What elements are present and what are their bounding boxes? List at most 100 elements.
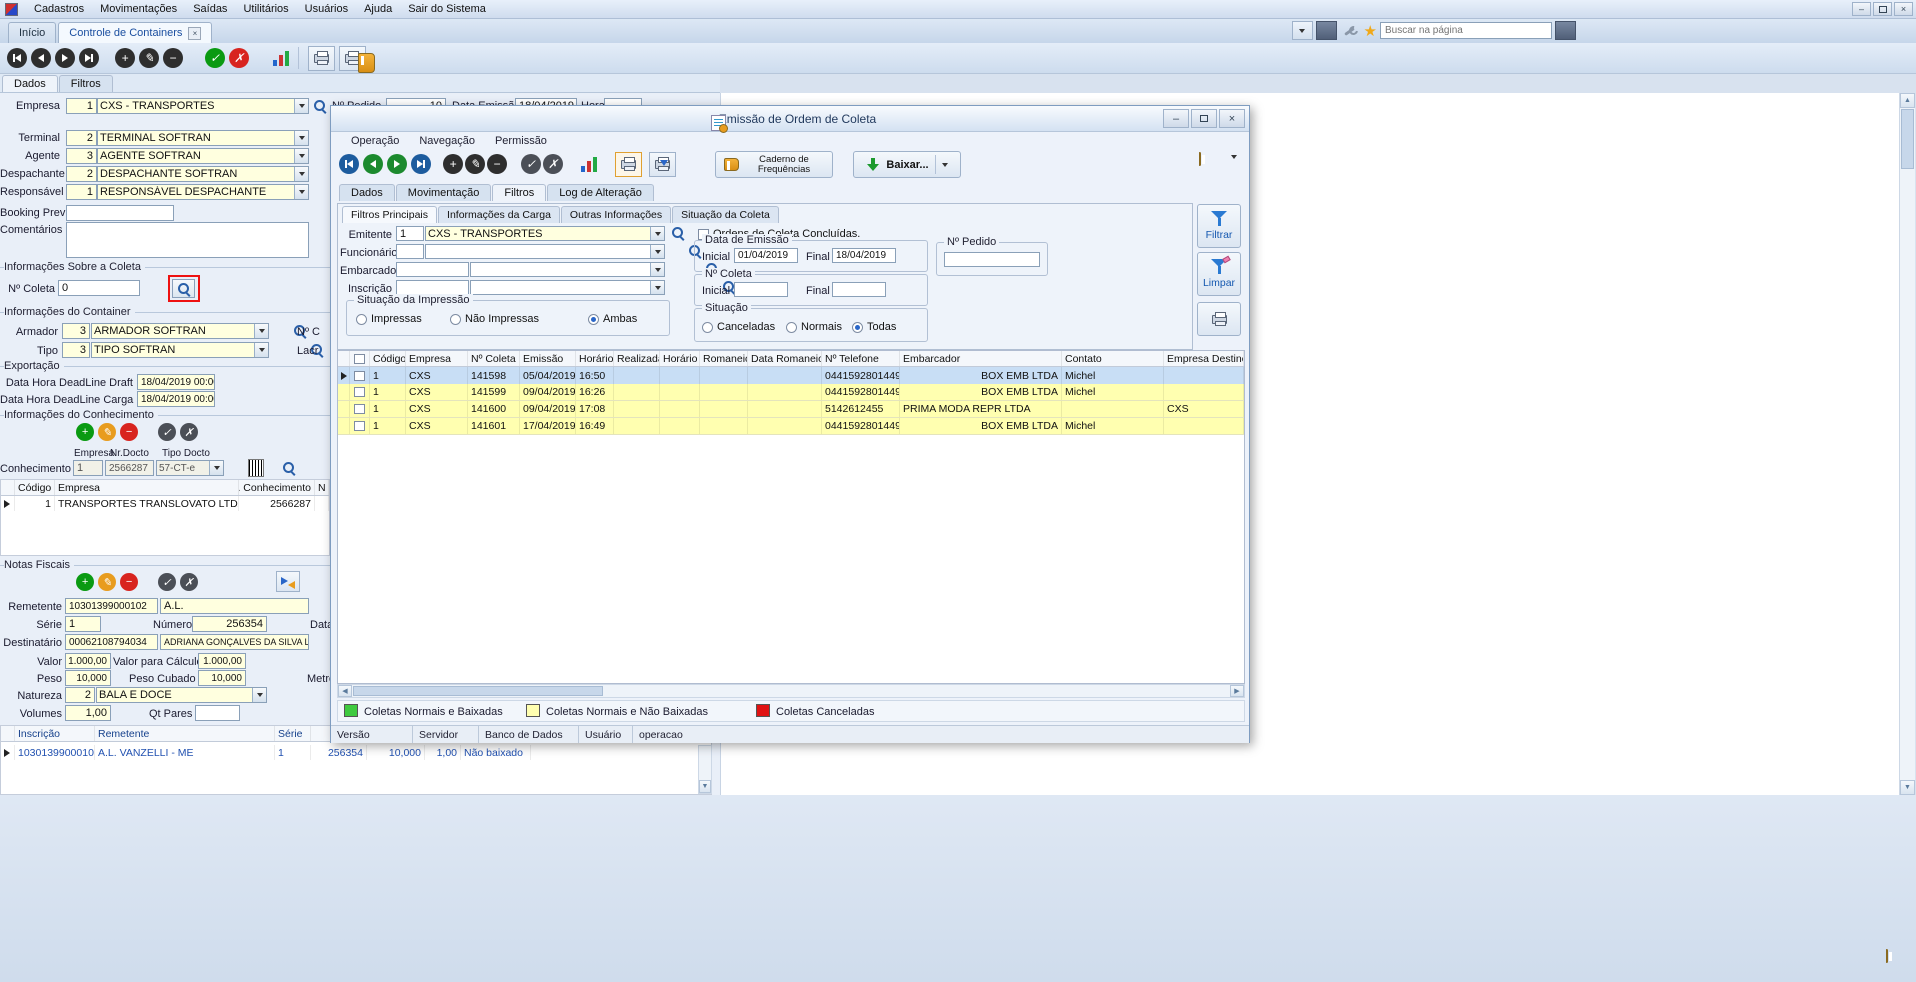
emitente-lookup-icon[interactable]	[671, 226, 685, 240]
search-go-icon[interactable]	[1555, 21, 1576, 40]
notas-row[interactable]: 10301399000102 A.L. VANZELLI - ME 1 2563…	[1, 745, 711, 760]
select-all-checkbox[interactable]	[350, 351, 370, 366]
menu-cadastros[interactable]: Cadastros	[26, 1, 92, 17]
dialog-cancel-button[interactable]: ✗	[543, 154, 563, 174]
ncoleta-input[interactable]: 0	[58, 280, 140, 296]
dialog-menu-permissao[interactable]: Permissão	[487, 133, 555, 149]
close-button[interactable]: ×	[1894, 2, 1913, 16]
dialog-edit-button[interactable]: ✎	[465, 154, 485, 174]
radio-ambas[interactable]: Ambas	[588, 313, 637, 325]
tab-controle-containers[interactable]: Controle de Containers ×	[58, 22, 212, 43]
radio-normais[interactable]: Normais	[786, 321, 842, 333]
dialog-maximize-button[interactable]	[1191, 109, 1217, 128]
radio-todas[interactable]: Todas	[852, 321, 896, 333]
next-record-button[interactable]	[55, 48, 75, 68]
favorites-star-icon[interactable]: ★	[1364, 22, 1377, 40]
radio-impressas[interactable]: Impressas	[356, 313, 422, 325]
dialog-close-button[interactable]: ×	[1219, 109, 1245, 128]
natureza-code-input[interactable]: 2	[65, 687, 95, 703]
dropdown-chevron-icon[interactable]	[1292, 21, 1313, 40]
conhecimento-confirm-button[interactable]: ✓	[158, 423, 176, 441]
responsavel-dropdown-icon[interactable]	[294, 185, 308, 199]
scroll-up-icon[interactable]: ▲	[1900, 93, 1915, 108]
subtab-filtros-principais[interactable]: Filtros Principais	[342, 206, 437, 223]
responsavel-code-input[interactable]: 1	[66, 184, 97, 200]
edit-button[interactable]: ✎	[139, 48, 159, 68]
armador-code-input[interactable]: 3	[62, 323, 90, 339]
grid-row-2[interactable]: 1 CXS 141599 09/04/2019 16:26 0441592801…	[338, 384, 1244, 401]
dialog-minimize-button[interactable]: –	[1163, 109, 1189, 128]
radio-nao-impressas[interactable]: Não Impressas	[450, 313, 539, 325]
scroll-down-icon[interactable]: ▼	[699, 780, 711, 793]
dialog-titlebar[interactable]: Emissão de Ordem de Coleta – ×	[331, 106, 1249, 132]
chart-icon[interactable]	[273, 50, 289, 66]
tipo-combo[interactable]: TIPO SOFTRAN	[91, 342, 269, 358]
nf-cancel-button[interactable]: ✗	[180, 573, 198, 591]
empresa-lookup-icon[interactable]	[313, 99, 327, 113]
col-realizada[interactable]: Realizada	[614, 351, 660, 366]
destinatario-code-input[interactable]: 00062108794034	[65, 634, 158, 650]
funcionario-code-input[interactable]	[396, 244, 424, 259]
deadline-draft-input[interactable]: 18/04/2019 00:00	[137, 374, 215, 390]
main-vertical-scrollbar[interactable]: ▲ ▼	[1899, 93, 1915, 795]
dialog-tab-log[interactable]: Log de Alteração	[547, 184, 654, 201]
terminal-code-input[interactable]: 2	[66, 130, 97, 146]
dialog-exit-icon[interactable]	[1199, 152, 1201, 166]
dialog-menu-operacao[interactable]: Operação	[343, 133, 407, 149]
terminal-dropdown-icon[interactable]	[294, 131, 308, 145]
dialog-export-button[interactable]	[649, 152, 676, 177]
caderno-frequencias-button[interactable]: Caderno de Frequências	[715, 151, 833, 178]
despachante-code-input[interactable]: 2	[66, 166, 97, 182]
row-checkbox[interactable]	[350, 384, 370, 400]
armador-combo[interactable]: ARMADOR SOFTRAN	[91, 323, 269, 339]
col-contato[interactable]: Contato	[1062, 351, 1164, 366]
qtpares-input[interactable]	[195, 705, 240, 721]
scroll-thumb[interactable]	[1901, 109, 1914, 169]
search-input[interactable]	[1380, 22, 1552, 39]
embarcador-combo[interactable]	[470, 262, 665, 277]
bottom-right-book-icon[interactable]	[1886, 949, 1888, 963]
col-romaneio[interactable]: Romaneio	[700, 351, 748, 366]
tab-dados[interactable]: Dados	[2, 75, 58, 92]
conhecimento-row[interactable]: 1 TRANSPORTES TRANSLOVATO LTDA 2566287	[1, 496, 329, 511]
notas-vertical-scrollbar[interactable]: ▼	[698, 745, 712, 794]
col-empresa[interactable]: Empresa	[406, 351, 468, 366]
tools-wrench-icon[interactable]	[1340, 21, 1361, 40]
comentarios-textarea[interactable]	[66, 222, 309, 258]
funcionario-dropdown-icon[interactable]	[650, 245, 664, 258]
agente-combo[interactable]: AGENTE SOFTRAN	[97, 148, 309, 164]
hscroll-thumb[interactable]	[353, 686, 603, 696]
menu-ajuda[interactable]: Ajuda	[356, 1, 400, 17]
col-embarcador[interactable]: Embarcador	[900, 351, 1062, 366]
empresa-code-input[interactable]: 1	[66, 98, 97, 114]
minimize-button[interactable]: –	[1852, 2, 1871, 16]
embarcador-dropdown-icon[interactable]	[650, 263, 664, 276]
col-emissao[interactable]: Emissão	[520, 351, 576, 366]
peso-cubado-input[interactable]: 10,000	[198, 670, 246, 686]
conhec-docto-input[interactable]: 2566287	[105, 460, 154, 476]
agente-dropdown-icon[interactable]	[294, 149, 308, 163]
grid-horizontal-scrollbar[interactable]: ◀ ▶	[337, 684, 1245, 698]
filtrar-button[interactable]: Filtrar	[1197, 204, 1241, 248]
toolbar-overflow-icon[interactable]	[1231, 159, 1237, 171]
emitente-code-input[interactable]: 1	[396, 226, 424, 241]
dialog-tab-dados[interactable]: Dados	[339, 184, 395, 201]
nf-edit-button[interactable]: ✎	[98, 573, 116, 591]
deadline-carga-input[interactable]: 18/04/2019 00:00	[137, 391, 215, 407]
baixar-button[interactable]: Baixar...	[853, 151, 961, 178]
coleta-inicial-input[interactable]	[734, 282, 788, 297]
valor-input[interactable]: 1.000,00	[65, 653, 111, 669]
grid-row-4[interactable]: 1 CXS 141601 17/04/2019 16:49 0441592801…	[338, 418, 1244, 435]
emitente-dropdown-icon[interactable]	[650, 227, 664, 240]
col-horario[interactable]: Horário	[576, 351, 614, 366]
dialog-tab-movimentacao[interactable]: Movimentação	[396, 184, 492, 201]
peso-input[interactable]: 10,000	[65, 670, 111, 686]
barcode-icon[interactable]	[248, 459, 264, 477]
col-codigo[interactable]: Código	[370, 351, 406, 366]
menu-utilitarios[interactable]: Utilitários	[235, 1, 296, 17]
first-record-button[interactable]	[7, 48, 27, 68]
col-horario2[interactable]: Horário	[660, 351, 700, 366]
subtab-informacoes-carga[interactable]: Informações da Carga	[438, 206, 560, 223]
destinatario-name-input[interactable]: ADRIANA GONÇALVES DA SILVA LOPES	[160, 634, 309, 650]
menu-movimentacoes[interactable]: Movimentações	[92, 1, 185, 17]
